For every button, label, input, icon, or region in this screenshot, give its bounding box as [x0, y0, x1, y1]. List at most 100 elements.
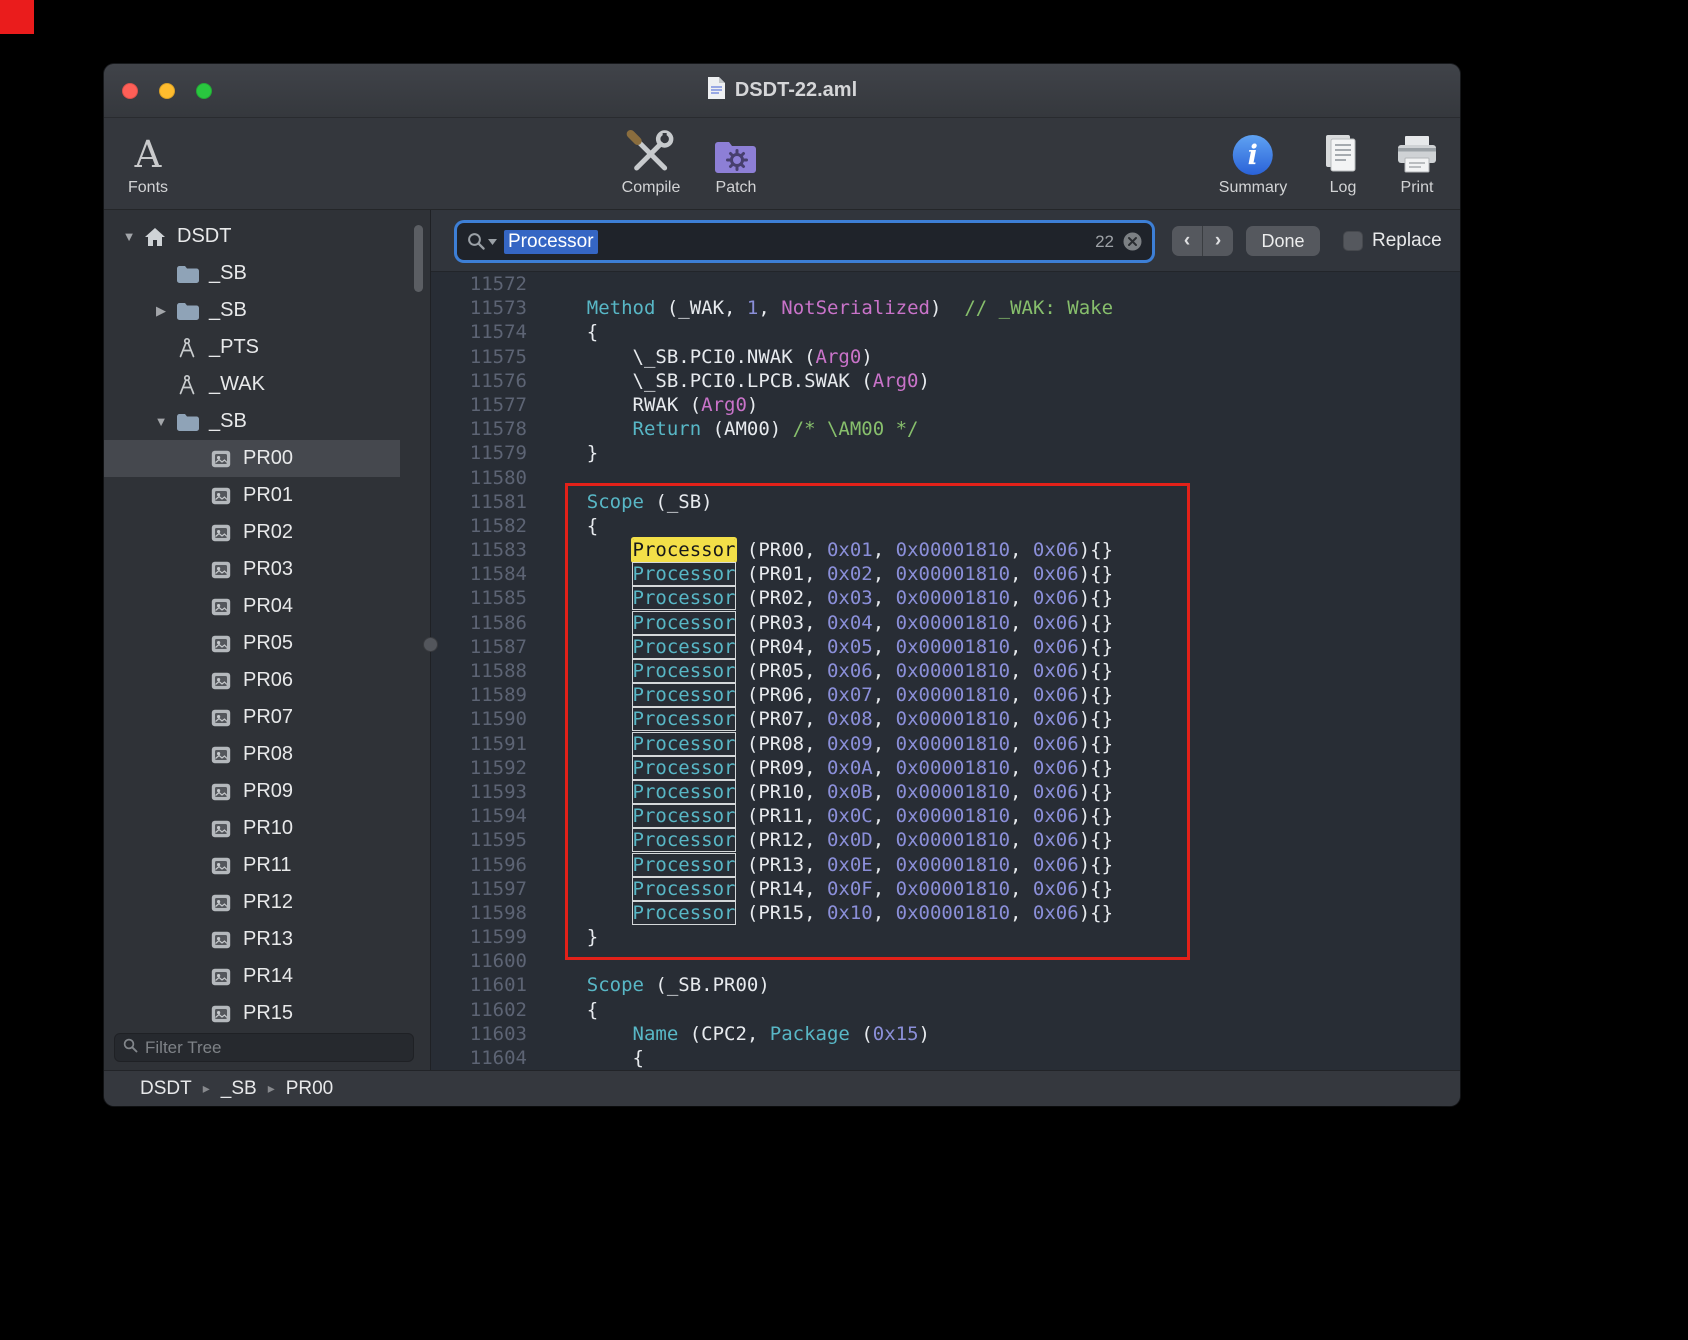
clear-search-icon[interactable]	[1123, 232, 1142, 251]
breadcrumb-item-dsdt[interactable]: DSDT	[140, 1078, 192, 1100]
sidebar-item-dsdt[interactable]: ▼DSDT	[104, 218, 400, 255]
sidebar-item-pr13[interactable]: PR13	[104, 921, 400, 958]
leaf-icon	[208, 968, 234, 986]
code-text	[527, 272, 541, 296]
compile-button[interactable]: Compile	[622, 126, 681, 197]
sidebar-item-_sb[interactable]: ▼ _SB	[104, 403, 400, 440]
splitter-handle[interactable]	[423, 637, 438, 652]
search-icon[interactable]	[467, 232, 497, 251]
sidebar-item-pr10[interactable]: PR10	[104, 810, 400, 847]
disclosure-down-icon[interactable]: ▼	[116, 229, 142, 244]
leaf-icon	[208, 561, 234, 579]
line-number: 11590	[431, 707, 527, 731]
sidebar-item-pr15[interactable]: PR15	[104, 995, 400, 1032]
code-editor[interactable]: 1157211573 Method (_WAK, 1, NotSerialize…	[431, 272, 1460, 1070]
code-line: 11576 \_SB.PCI0.LPCB.SWAK (Arg0)	[431, 369, 1460, 393]
leaf-icon	[208, 783, 234, 801]
line-number: 11573	[431, 296, 527, 320]
code-line: 11575 \_SB.PCI0.NWAK (Arg0)	[431, 345, 1460, 369]
line-number: 11595	[431, 828, 527, 852]
code-line: 11578 Return (AM00) /* \AM00 */	[431, 417, 1460, 441]
sidebar-item-pr05[interactable]: PR05	[104, 625, 400, 662]
find-navigation: ‹ ›	[1172, 226, 1233, 256]
titlebar: DSDT-22.aml	[104, 64, 1460, 118]
code-line: 11604 {	[431, 1046, 1460, 1070]
disclosure-down-icon[interactable]: ▼	[148, 414, 174, 429]
line-number: 11579	[431, 441, 527, 465]
sidebar-item-_sb[interactable]: ▶_SB	[104, 292, 400, 329]
find-previous-button[interactable]: ‹	[1172, 226, 1202, 256]
minimize-button[interactable]	[159, 83, 175, 99]
log-label: Log	[1330, 179, 1357, 197]
line-number: 11600	[431, 949, 527, 973]
find-next-button[interactable]: ›	[1203, 226, 1233, 256]
line-number: 11592	[431, 756, 527, 780]
search-match: Processor	[633, 781, 736, 803]
sidebar-item-pr07[interactable]: PR07	[104, 699, 400, 736]
breadcrumb-item-pr00[interactable]: PR00	[286, 1078, 334, 1100]
breadcrumb-item-sb[interactable]: _SB	[221, 1078, 257, 1100]
line-number: 11574	[431, 320, 527, 344]
sidebar-item-pr09[interactable]: PR09	[104, 773, 400, 810]
sidebar-item-_wak[interactable]: _WAK	[104, 366, 400, 403]
search-match: Processor	[633, 878, 736, 900]
code-text: \_SB.PCI0.NWAK (Arg0)	[527, 345, 873, 369]
fonts-button[interactable]: A Fonts	[128, 126, 168, 197]
zoom-button[interactable]	[196, 83, 212, 99]
sidebar-scrollbar[interactable]	[414, 225, 423, 292]
acpi-tree: ▼DSDT_SB▶_SB_PTS_WAK▼_SBPR00PR01PR02PR03…	[104, 218, 430, 1032]
sidebar-item-pr03[interactable]: PR03	[104, 551, 400, 588]
code-text: Processor (PR12, 0x0D, 0x00001810, 0x06)…	[527, 828, 1113, 852]
sidebar-item-label: PR13	[243, 928, 293, 951]
code-line: 11582 {	[431, 514, 1460, 538]
code-line: 11579 }	[431, 441, 1460, 465]
search-match-count: 22	[1095, 232, 1114, 252]
search-field[interactable]: Processor 22	[457, 223, 1152, 260]
line-number: 11603	[431, 1022, 527, 1046]
leaf-icon	[208, 487, 234, 505]
filter-input[interactable]	[145, 1038, 405, 1058]
line-number: 11586	[431, 611, 527, 635]
disclosure-right-icon[interactable]: ▶	[148, 303, 174, 319]
sidebar-item-pr00[interactable]: PR00	[104, 440, 400, 477]
log-icon	[1321, 126, 1365, 176]
print-button[interactable]: Print	[1394, 126, 1440, 197]
line-number: 11581	[431, 490, 527, 514]
sidebar-item-pr06[interactable]: PR06	[104, 662, 400, 699]
replace-checkbox[interactable]	[1343, 231, 1363, 251]
sidebar-item-pr11[interactable]: PR11	[104, 847, 400, 884]
sidebar-item-label: _SB	[209, 410, 247, 433]
sidebar-item-label: PR02	[243, 521, 293, 544]
line-number: 11596	[431, 853, 527, 877]
code-line: 11603 Name (CPC2, Package (0x15)	[431, 1022, 1460, 1046]
line-number: 11599	[431, 925, 527, 949]
sidebar-item-pr08[interactable]: PR08	[104, 736, 400, 773]
log-button[interactable]: Log	[1321, 126, 1365, 197]
patch-button[interactable]: Patch	[713, 126, 759, 197]
sidebar-item-pr02[interactable]: PR02	[104, 514, 400, 551]
code-text: Scope (_SB.PR00)	[527, 973, 770, 997]
sidebar-item-_pts[interactable]: _PTS	[104, 329, 400, 366]
summary-icon: i	[1232, 126, 1274, 176]
code-line: 11599 }	[431, 925, 1460, 949]
app-window: DSDT-22.aml A Fonts Compile	[104, 64, 1460, 1106]
search-match: Processor	[633, 684, 736, 706]
code-line: 11601 Scope (_SB.PR00)	[431, 973, 1460, 997]
sidebar-item-pr01[interactable]: PR01	[104, 477, 400, 514]
code-text: Name (CPC2, Package (0x15)	[527, 1022, 930, 1046]
line-number: 11593	[431, 780, 527, 804]
filter-field[interactable]	[114, 1033, 414, 1062]
done-button[interactable]: Done	[1246, 226, 1320, 256]
close-button[interactable]	[122, 83, 138, 99]
sidebar-item-pr04[interactable]: PR04	[104, 588, 400, 625]
summary-button[interactable]: i Summary	[1219, 126, 1287, 197]
sidebar-item-label: PR01	[243, 484, 293, 507]
sidebar-item-pr12[interactable]: PR12	[104, 884, 400, 921]
sidebar-item-_sb[interactable]: _SB	[104, 255, 400, 292]
code-text: Processor (PR04, 0x05, 0x00001810, 0x06)…	[527, 635, 1113, 659]
code-text: {	[527, 514, 598, 538]
line-number: 11580	[431, 466, 527, 490]
search-match-current: Processor	[633, 539, 736, 561]
sidebar-item-pr14[interactable]: PR14	[104, 958, 400, 995]
code-text: Processor (PR06, 0x07, 0x00001810, 0x06)…	[527, 683, 1113, 707]
